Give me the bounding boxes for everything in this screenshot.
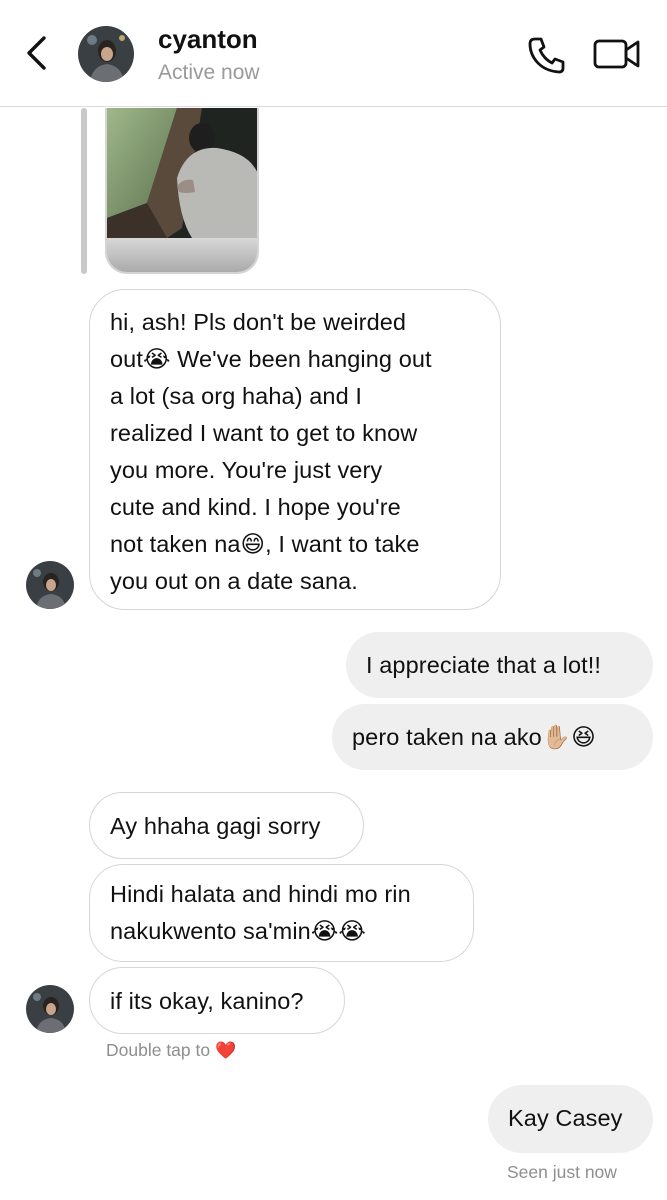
sender-avatar[interactable]	[26, 985, 74, 1033]
message-text: Kay Casey	[508, 1105, 623, 1131]
dm-conversation-screen: cyanton Active now hi, ash! Pls don't be…	[0, 0, 667, 1200]
phone-icon	[528, 37, 565, 74]
chat-username[interactable]: cyanton	[158, 24, 258, 55]
message-bubble-outgoing[interactable]: pero taken na ako✋🏼😆	[332, 704, 653, 770]
message-text: pero taken na ako✋🏼😆	[352, 724, 596, 750]
active-status: Active now	[158, 61, 260, 84]
message-bubble-incoming[interactable]: if its okay, kanino?	[89, 967, 345, 1034]
message-text: I appreciate that a lot!!	[366, 652, 602, 678]
message-text: Ay hhaha gagi sorry	[110, 813, 321, 839]
message-line: Hindi halata and hindi mo rin	[110, 881, 411, 907]
chevron-left-icon	[27, 36, 46, 70]
video-call-button[interactable]	[592, 36, 642, 72]
double-tap-text: Double tap to	[106, 1040, 211, 1060]
message-line: realized I want to get to know	[110, 420, 418, 446]
message-line: not taken na😄, I want to take	[110, 531, 420, 557]
message-line: cute and kind. I hope you're	[110, 494, 401, 520]
video-camera-icon	[593, 39, 640, 69]
message-line: a lot (sa org haha) and I	[110, 383, 363, 409]
message-line: you out on a date sana.	[110, 568, 358, 594]
message-line: nakukwento sa'min😭😭	[110, 918, 366, 944]
heart-icon: ❤️	[214, 1041, 237, 1060]
message-line: hi, ash! Pls don't be weirded	[110, 309, 407, 335]
sender-avatar[interactable]	[26, 561, 74, 609]
back-button[interactable]	[20, 32, 56, 74]
chat-header: cyanton Active now	[0, 0, 667, 107]
message-bubble-incoming[interactable]: Ay hhaha gagi sorry	[89, 792, 364, 859]
seen-status: Seen just now	[507, 1162, 617, 1182]
audio-call-button[interactable]	[526, 34, 568, 76]
double-tap-hint: Double tap to ❤️	[106, 1040, 236, 1061]
message-line: out😭 We've been hanging out	[110, 346, 432, 372]
reply-indicator-bar	[81, 108, 87, 274]
message-bubble-incoming[interactable]: Hindi halata and hindi mo rin nakukwento…	[89, 864, 474, 962]
message-bubble-outgoing[interactable]: Kay Casey	[488, 1085, 653, 1153]
message-text: if its okay, kanino?	[110, 988, 304, 1014]
shared-photo[interactable]	[105, 108, 259, 274]
profile-avatar[interactable]	[78, 26, 134, 82]
message-bubble-outgoing[interactable]: I appreciate that a lot!!	[346, 632, 653, 698]
message-line: you more. You're just very	[110, 457, 383, 483]
message-bubble-incoming[interactable]: hi, ash! Pls don't be weirded out😭 We've…	[89, 289, 501, 610]
